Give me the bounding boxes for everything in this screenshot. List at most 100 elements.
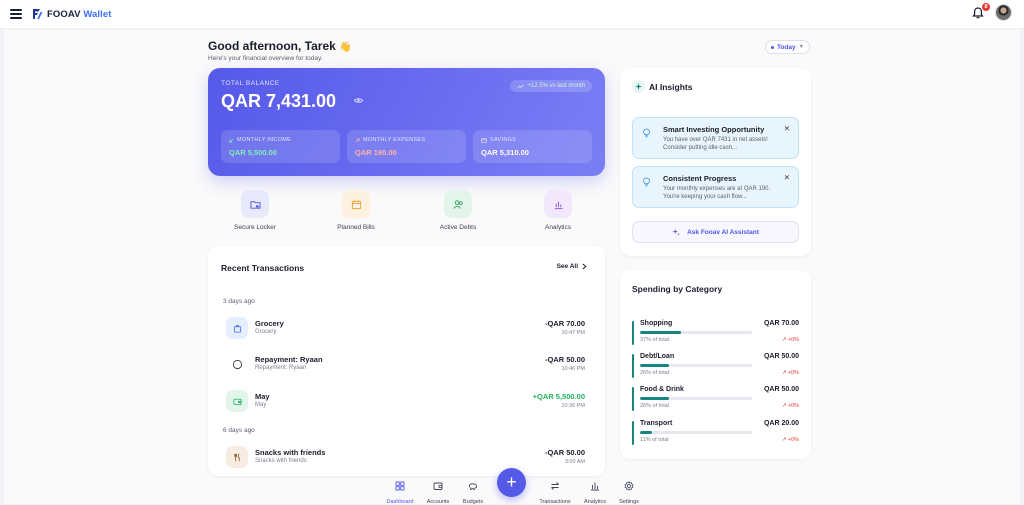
utensils-glyph [233,453,240,461]
greeting-text: Good afternoon, Tarek [208,39,336,53]
gear-icon [624,481,634,491]
transaction-time: 10:47 PM [561,330,585,336]
see-all-button[interactable]: See All [557,263,587,270]
category-name: Food & Drink [640,386,684,393]
quick-action-secure-locker[interactable]: Secure Locker [225,190,285,231]
category-progress-track [640,331,752,334]
bar-chart-glyph [554,201,563,209]
calendar-glyph [351,199,361,209]
quick-action-label: Secure Locker [234,224,276,231]
transaction-row[interactable]: May May +QAR 5,500.00 10:36 PM [222,389,592,413]
spending-row-debt-loan: Debt/Loan QAR 50.00 26% of total ↗ +0% [632,353,799,381]
category-change: ↗ +0% [781,403,799,409]
category-accent-bar [632,421,634,445]
bar-chart-icon [544,190,572,218]
insight-description: Your monthly expenses are at QAR 190. Yo… [663,186,771,200]
category-change-value: +0% [787,437,799,443]
category-accent-bar [632,354,634,378]
category-name: Shopping [640,320,673,327]
category-amount: QAR 50.00 [763,386,799,393]
nav-label: Accounts [426,499,450,505]
period-dot-icon [770,45,774,49]
users-icon [444,190,472,218]
see-all-label: See All [556,263,578,270]
transaction-time: 10:46 PM [561,366,585,372]
savings-value: QAR 5,310.00 [481,148,529,157]
quick-action-label: Active Debts [439,224,477,231]
balance-amount: QAR 7,431.00 [221,91,337,111]
brand-logo-icon [33,9,43,19]
spending-row-shopping: Shopping QAR 70.00 37% of total ↗ +0% [632,320,799,348]
balance-label: TOTAL BALANCE [221,80,280,87]
arrow-down-left-icon [229,138,234,143]
monthly-income-label-row: MONTHLY INCOME [229,137,291,143]
category-accent-bar [632,321,634,345]
close-icon[interactable]: ✕ [784,124,790,133]
savings-label-row: SAVINGS [481,137,516,143]
category-amount: QAR 70.00 [763,320,799,327]
lightbulb-icon [643,177,650,187]
greeting-subtitle: Here's your financial overview for today… [208,55,323,62]
close-icon[interactable]: ✕ [784,173,790,182]
transaction-row[interactable]: Repayment: Ryaan Repayment: Ryaan -QAR 5… [222,352,592,376]
spending-row-transport: Transport QAR 20.00 11% of total ↗ +0% [632,420,799,448]
insight-title: Smart Investing Opportunity [663,125,765,134]
bottom-navigation: Dashboard Accounts Budgets + Transaction… [380,468,643,505]
category-change-value: +0% [787,370,799,376]
ask-ai-label: Ask Fooav AI Assistant [687,228,759,236]
monthly-income-stat: MONTHLY INCOME QAR 5,500.00 [221,130,340,163]
category-progress-fill [640,397,670,400]
insight-title: Consistent Progress [663,174,737,183]
eye-icon[interactable] [354,97,363,104]
sparkle-icon [632,80,645,93]
ask-ai-assistant-button[interactable]: Ask Fooav AI Assistant [632,221,799,243]
piggy-bank-icon [469,483,477,490]
nav-dashboard[interactable]: Dashboard [380,478,420,505]
transaction-amount: -QAR 50.00 [544,448,585,457]
insight-card: Consistent Progress Your monthly expense… [632,166,799,208]
quick-action-planned-bills[interactable]: Planned Bills [326,190,386,231]
piggy-bank-icon [481,137,487,143]
shopping-bag-icon [226,317,248,339]
monthly-income-label: MONTHLY INCOME [237,137,292,143]
transaction-time: 10:36 PM [561,403,585,409]
menu-icon[interactable] [10,9,22,19]
notifications-button[interactable]: 8 [971,2,990,20]
category-progress-track [640,364,752,367]
savings-stat: SAVINGS QAR 5,310.00 [473,130,592,163]
monthly-expenses-label-row: MONTHLY EXPENSES [355,137,425,143]
transaction-category: Repayment: Ryaan [255,365,307,371]
transaction-amount: -QAR 70.00 [544,319,585,328]
category-name: Transport [640,420,673,427]
quick-action-analytics[interactable]: Analytics [528,190,588,231]
category-progress-fill [640,331,682,334]
brand-name[interactable]: FOOAV Wallet [47,9,112,20]
circle-icon [226,353,248,375]
transaction-row[interactable]: Snacks with friends Snacks with friends … [222,445,592,469]
nav-settings[interactable]: Settings [609,478,649,505]
monthly-income-value: QAR 5,500.00 [229,148,277,157]
brand-name-primary: FOOAV [47,8,81,20]
quick-action-active-debts[interactable]: Active Debts [428,190,488,231]
period-dropdown[interactable]: Today ▼ [765,40,810,54]
wallet-icon [226,390,248,412]
total-balance-card: TOTAL BALANCE QAR 7,431.00 +12.5% vs las… [208,68,605,176]
chevron-down-icon: ▼ [798,44,805,50]
monthly-expenses-value: QAR 190.00 [355,148,397,157]
nav-transactions[interactable]: Transactions [535,478,575,505]
ai-insights-title: AI Insights [649,82,693,92]
transaction-name: May [255,392,270,401]
nav-accounts[interactable]: Accounts [418,478,458,505]
transaction-category: Grocery [255,329,277,335]
chevron-right-icon [582,263,587,270]
spending-title: Spending by Category [632,284,723,294]
transactions-title: Recent Transactions [221,263,305,273]
transaction-row[interactable]: Grocery Grocery -QAR 70.00 10:47 PM [222,316,592,340]
quick-action-label: Analytics [544,224,571,231]
balance-trend-badge: +12.5% vs last month [510,80,592,92]
category-change: ↗ +0% [781,370,799,376]
insight-description: You have over QAR 7431 in net assets! Co… [663,137,768,151]
nav-budgets[interactable]: Budgets [453,478,493,505]
add-transaction-button[interactable]: + [497,468,526,497]
user-avatar[interactable] [995,4,1012,21]
